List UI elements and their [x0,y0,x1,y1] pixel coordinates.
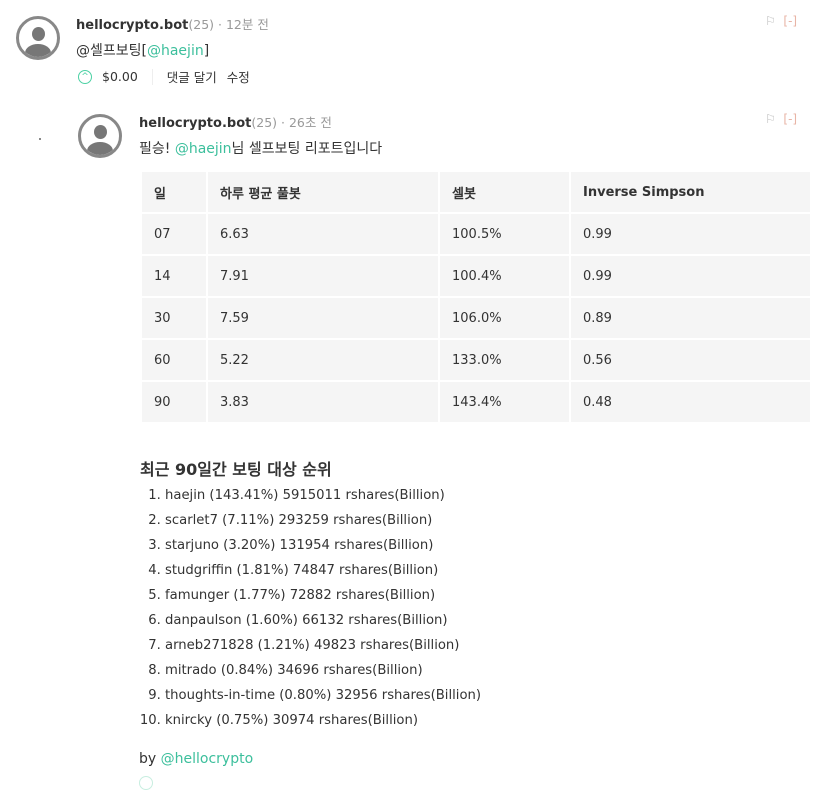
collapse-button[interactable]: [-] [783,14,797,28]
table-cell: 0.99 [569,212,812,256]
author-link[interactable]: @hellocrypto [161,751,254,767]
table-cell: 90 [140,380,208,424]
thread-dot [39,138,41,140]
upvote-icon[interactable]: ^ [78,69,92,84]
ranking-item: mitrado (0.84%) 34696 rshares(Billion) [165,658,481,683]
col-header: 일 [140,170,208,214]
table-row: 60 5.22 133.0% 0.56 [140,338,812,382]
edit-button[interactable]: 수정 [227,67,250,86]
table-cell: 14 [140,254,208,298]
ranking-item: haejin (143.41%) 5915011 rshares(Billion… [165,483,481,508]
avatar[interactable] [16,16,60,60]
upvote-icon[interactable] [139,776,153,790]
table-cell: 0.56 [569,338,812,382]
table-cell: 30 [140,296,208,340]
ranking-item: scarlet7 (7.11%) 293259 rshares(Billion) [165,508,481,533]
table-cell: 3.83 [206,380,440,424]
mention-link[interactable]: @haejin [147,43,204,59]
payout[interactable]: $0.00 [102,69,138,84]
col-header: Inverse Simpson [569,170,812,214]
signature: by @hellocrypto [139,751,254,767]
col-header: 하루 평균 풀봇 [206,170,440,214]
table-cell: 07 [140,212,208,256]
collapse-button[interactable]: [-] [783,112,797,126]
flag-icon[interactable]: ⚐ [765,14,776,28]
ranking-item: knircky (0.75%) 30974 rshares(Billion) [165,708,481,733]
ranking-item: thoughts-in-time (0.80%) 32956 rshares(B… [165,683,481,708]
table-cell: 7.91 [206,254,440,298]
author-link[interactable]: hellocrypto.bot [76,18,188,33]
table-cell: 7.59 [206,296,440,340]
table-cell: 0.48 [569,380,812,424]
table-cell: 6.63 [206,212,440,256]
table-cell: 100.4% [438,254,571,298]
reply-button[interactable]: 댓글 달기 [167,67,217,86]
table-cell: 100.5% [438,212,571,256]
table-cell: 106.0% [438,296,571,340]
ranking-item: studgriffin (1.81%) 74847 rshares(Billio… [165,558,481,583]
ranking-item: arneb271828 (1.21%) 49823 rshares(Billio… [165,633,481,658]
table-cell: 0.89 [569,296,812,340]
table-cell: 133.0% [438,338,571,382]
table-cell: 143.4% [438,380,571,424]
flag-button[interactable]: ⚐ [-] [765,112,797,126]
table-row: 90 3.83 143.4% 0.48 [140,380,812,424]
mention-link[interactable]: @haejin [175,141,232,157]
author-link[interactable]: hellocrypto.bot [139,116,251,131]
comment-body: 필승! @haejin님 셀프보팅 리포트입니다 [139,141,383,157]
flag-icon[interactable]: ⚐ [765,112,776,126]
table-cell: 5.22 [206,338,440,382]
ranking-item: starjuno (3.20%) 131954 rshares(Billion) [165,533,481,558]
comment-body: @셀프보팅[@haejin] [76,43,210,59]
ranking-item: danpaulson (1.60%) 66132 rshares(Billion… [165,608,481,633]
comment-meta: hellocrypto.bot(25) · 12분 전 [76,17,269,33]
col-header: 셀봇 [438,170,571,214]
comment-meta: hellocrypto.bot(25) · 26초 전 [139,115,332,131]
selfvote-table: 일 하루 평균 풀봇 셀봇 Inverse Simpson 07 6.63 100.… [140,170,812,424]
ranking-item: famunger (1.77%) 72882 rshares(Billion) [165,583,481,608]
ranking-list: haejin (143.41%) 5915011 rshares(Billion… [145,483,481,733]
flag-button[interactable]: ⚐ [-] [765,14,797,28]
table-cell: 60 [140,338,208,382]
comment-actions: ^ $0.00 댓글 달기 수정 [78,67,250,86]
ranking-title: 최근 90일간 보팅 대상 순위 [140,460,332,479]
avatar[interactable] [78,114,122,158]
table-row: 07 6.63 100.5% 0.99 [140,212,812,256]
table-row: 30 7.59 106.0% 0.89 [140,296,812,340]
table-row: 14 7.91 100.4% 0.99 [140,254,812,298]
table-cell: 0.99 [569,254,812,298]
